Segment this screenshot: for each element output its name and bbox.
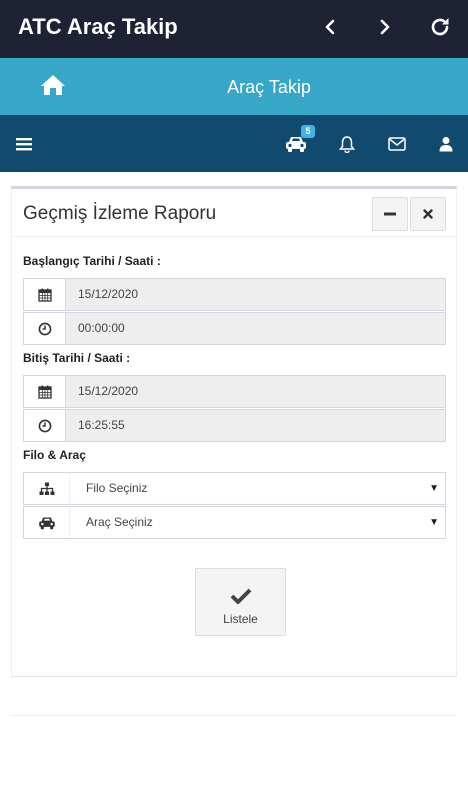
back-button[interactable] (314, 12, 346, 42)
fleet-select-value: Filo Seçiniz (86, 481, 148, 495)
fleet-select-row: Filo Seçiniz ▼ (23, 472, 446, 505)
end-date-row: 15/12/2020 (23, 375, 446, 408)
start-time-field[interactable]: 00:00:00 (66, 312, 446, 345)
end-date-addon (23, 375, 66, 408)
list-button[interactable]: Listele (195, 568, 286, 636)
car-icon (38, 517, 55, 529)
start-time-addon (23, 312, 66, 345)
refresh-icon (431, 18, 449, 36)
vehicle-select-row: Araç Seçiniz ▼ (23, 506, 446, 539)
vehicle-count-badge: 5 (301, 125, 315, 138)
start-date-addon (23, 278, 66, 311)
profile-button[interactable] (432, 132, 460, 156)
bell-icon (339, 136, 355, 153)
check-icon (230, 588, 252, 604)
envelope-icon (388, 137, 406, 151)
close-button[interactable] (410, 197, 446, 231)
bottom-divider (11, 715, 457, 716)
vehicle-select-value: Araç Seçiniz (86, 515, 153, 529)
clock-icon (38, 322, 51, 335)
minus-icon (384, 212, 396, 216)
end-time-row: 16:25:55 (23, 409, 446, 442)
chevron-right-icon (380, 19, 390, 35)
page-title: Araç Takip (227, 77, 311, 97)
refresh-button[interactable] (424, 12, 456, 42)
clock-icon (38, 419, 51, 432)
end-time-addon (23, 409, 66, 442)
start-date-row: 15/12/2020 (23, 278, 446, 311)
vehicle-select[interactable]: Araç Seçiniz ▼ (70, 507, 445, 538)
caret-down-icon: ▼ (429, 517, 439, 528)
user-icon (439, 137, 453, 152)
messages-button[interactable] (383, 132, 411, 156)
start-label: Başlangıç Tarihi / Saati : (23, 254, 161, 268)
end-time-field[interactable]: 16:25:55 (66, 409, 446, 442)
vehicle-addon (24, 507, 70, 538)
app-bar: ATC Araç Takip (0, 0, 468, 58)
sitemap-icon (39, 482, 54, 495)
start-date-field[interactable]: 15/12/2020 (66, 278, 446, 311)
caret-down-icon: ▼ (429, 483, 439, 494)
header-bar: Araç Takip (0, 58, 468, 115)
app-title: ATC Araç Takip (18, 14, 178, 39)
fleet-label: Filo & Araç (23, 448, 86, 462)
menu-button[interactable] (10, 132, 38, 156)
minimize-button[interactable] (372, 197, 408, 231)
fleet-select[interactable]: Filo Seçiniz ▼ (70, 473, 445, 504)
end-label: Bitiş Tarihi / Saati : (23, 351, 131, 365)
forward-button[interactable] (369, 12, 401, 42)
panel-header: Geçmiş İzleme Raporu (12, 189, 456, 237)
notifications-button[interactable] (333, 132, 361, 156)
toolbar (0, 115, 468, 172)
end-date-field[interactable]: 15/12/2020 (66, 375, 446, 408)
start-time-row: 00:00:00 (23, 312, 446, 345)
panel-title: Geçmiş İzleme Raporu (23, 203, 217, 224)
hamburger-icon (16, 138, 32, 151)
calendar-icon (37, 288, 52, 302)
close-icon (423, 209, 433, 219)
chevron-left-icon (325, 19, 335, 35)
list-button-label: Listele (223, 612, 258, 626)
fleet-addon (24, 473, 70, 504)
calendar-icon (37, 385, 52, 399)
